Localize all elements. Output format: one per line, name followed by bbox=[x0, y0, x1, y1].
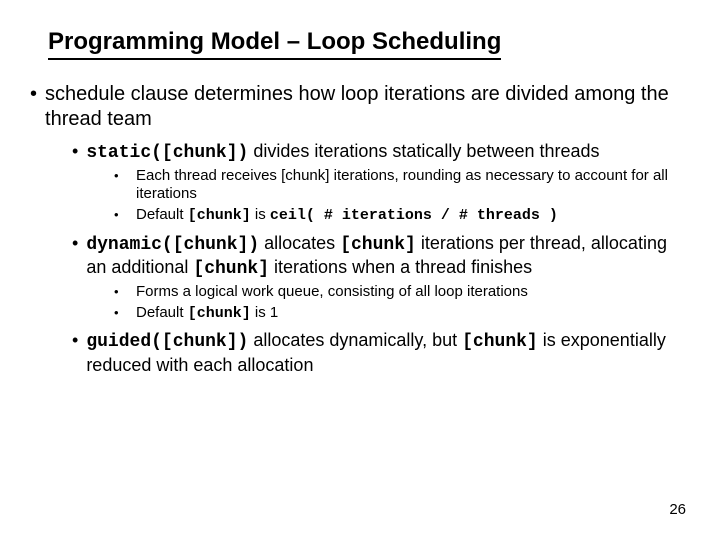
code-ceil: ceil( # iterations / # threads ) bbox=[270, 207, 558, 224]
bullet-text: static([chunk]) divides iterations stati… bbox=[86, 140, 599, 165]
bullet-guided: • guided([chunk]) allocates dynamically,… bbox=[72, 329, 690, 376]
bullet-dot-icon: • bbox=[30, 82, 37, 132]
bullet-static: • static([chunk]) divides iterations sta… bbox=[72, 140, 690, 165]
code-chunk: [chunk] bbox=[462, 332, 538, 352]
bullet-static-default: • Default [chunk] is ceil( # iterations … bbox=[114, 206, 690, 226]
bullet-dynamic-queue: • Forms a logical work queue, consisting… bbox=[114, 283, 690, 302]
code-guided: guided([chunk]) bbox=[86, 332, 248, 352]
bullet-text: Default [chunk] is ceil( # iterations / … bbox=[136, 206, 558, 226]
bullet-text: Default [chunk] is 1 bbox=[136, 304, 278, 324]
slide-title: Programming Model – Loop Scheduling bbox=[48, 28, 501, 60]
bullet-text: Each thread receives [chunk] iterations,… bbox=[136, 167, 690, 205]
bullet-dynamic-default: • Default [chunk] is 1 bbox=[114, 304, 690, 324]
bullet-text: Forms a logical work queue, consisting o… bbox=[136, 283, 528, 302]
bullet-dot-icon: • bbox=[114, 167, 128, 205]
bullet-text: schedule clause determines how loop iter… bbox=[45, 82, 690, 132]
slide: Programming Model – Loop Scheduling • sc… bbox=[0, 0, 720, 540]
bullet-dot-icon: • bbox=[72, 232, 78, 281]
code-static: static([chunk]) bbox=[86, 143, 248, 163]
bullet-dot-icon: • bbox=[72, 140, 78, 165]
bullet-list: • schedule clause determines how loop it… bbox=[30, 82, 690, 376]
bullet-dot-icon: • bbox=[114, 304, 128, 324]
bullet-static-each: • Each thread receives [chunk] iteration… bbox=[114, 167, 690, 205]
bullet-dot-icon: • bbox=[72, 329, 78, 376]
bullet-dot-icon: • bbox=[114, 283, 128, 302]
page-number: 26 bbox=[669, 501, 686, 518]
code-chunk: [chunk] bbox=[188, 207, 251, 224]
code-chunk: [chunk] bbox=[193, 259, 269, 279]
code-dynamic: dynamic([chunk]) bbox=[86, 235, 259, 255]
code-chunk: [chunk] bbox=[188, 305, 251, 322]
bullet-schedule-clause: • schedule clause determines how loop it… bbox=[30, 82, 690, 132]
bullet-dot-icon: • bbox=[114, 206, 128, 226]
bullet-text: dynamic([chunk]) allocates [chunk] itera… bbox=[86, 232, 690, 281]
bullet-text: guided([chunk]) allocates dynamically, b… bbox=[86, 329, 690, 376]
bullet-dynamic: • dynamic([chunk]) allocates [chunk] ite… bbox=[72, 232, 690, 281]
code-chunk: [chunk] bbox=[340, 235, 416, 255]
